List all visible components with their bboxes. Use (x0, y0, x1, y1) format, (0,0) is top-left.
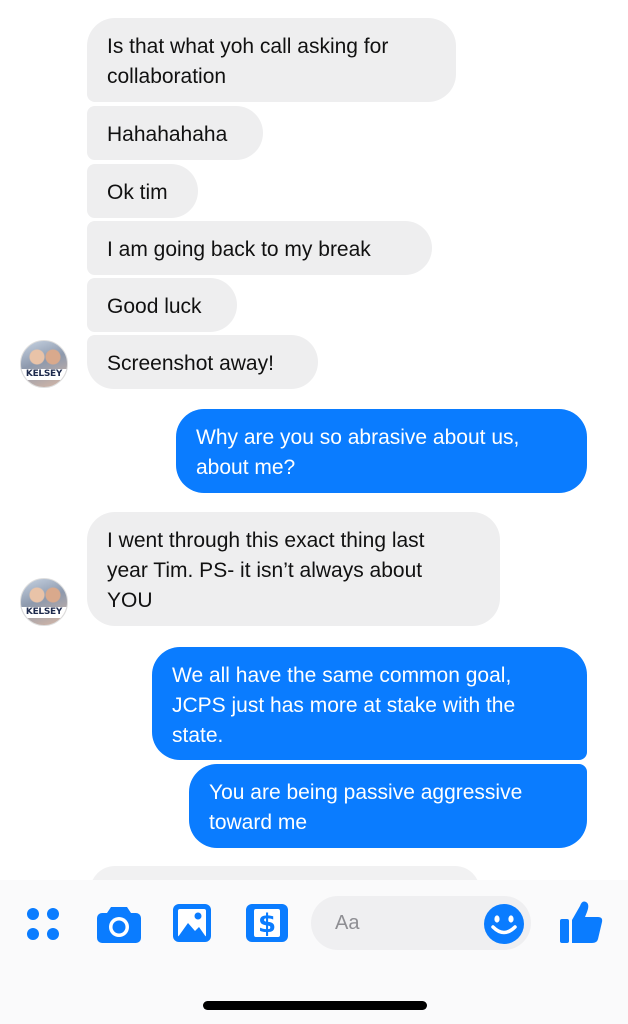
svg-text:$: $ (258, 909, 276, 939)
emoji-icon[interactable] (482, 902, 526, 946)
payment-dollar-icon[interactable]: $ (244, 902, 290, 944)
avatar-name-label: KELSEY (21, 607, 67, 618)
message-bubble-outgoing[interactable]: You are being passive aggressive toward … (189, 764, 587, 848)
message-bubble-incoming[interactable]: Screenshot away! (87, 335, 318, 389)
contact-avatar[interactable]: KELSEY (20, 578, 68, 626)
message-thread[interactable]: Is that what yoh call asking for collabo… (0, 0, 628, 880)
avatar-photo (27, 585, 63, 605)
message-bubble-incoming[interactable]: Hahahahaha (87, 106, 263, 160)
home-indicator[interactable] (203, 1001, 427, 1010)
message-bubble-incoming[interactable]: Ok tim (87, 164, 198, 218)
more-dots-icon[interactable] (24, 904, 64, 944)
message-bubble-outgoing[interactable]: Why are you so abrasive about us, about … (176, 409, 587, 493)
contact-avatar[interactable]: KELSEY (20, 340, 68, 388)
message-bubble-incoming[interactable]: Good luck (87, 278, 237, 332)
partially-hidden-message (90, 866, 480, 880)
thumbs-up-icon[interactable] (556, 898, 606, 946)
camera-icon[interactable] (96, 902, 142, 944)
message-bubble-incoming[interactable]: I am going back to my break (87, 221, 432, 275)
message-bubble-outgoing[interactable]: We all have the same common goal, JCPS j… (152, 647, 587, 760)
avatar-photo (27, 347, 63, 367)
gallery-icon[interactable] (171, 902, 213, 944)
message-bubble-incoming[interactable]: Is that what yoh call asking for collabo… (87, 18, 456, 102)
message-bubble-incoming[interactable]: I went through this exact thing last yea… (87, 512, 500, 626)
avatar-name-label: KELSEY (21, 369, 67, 380)
